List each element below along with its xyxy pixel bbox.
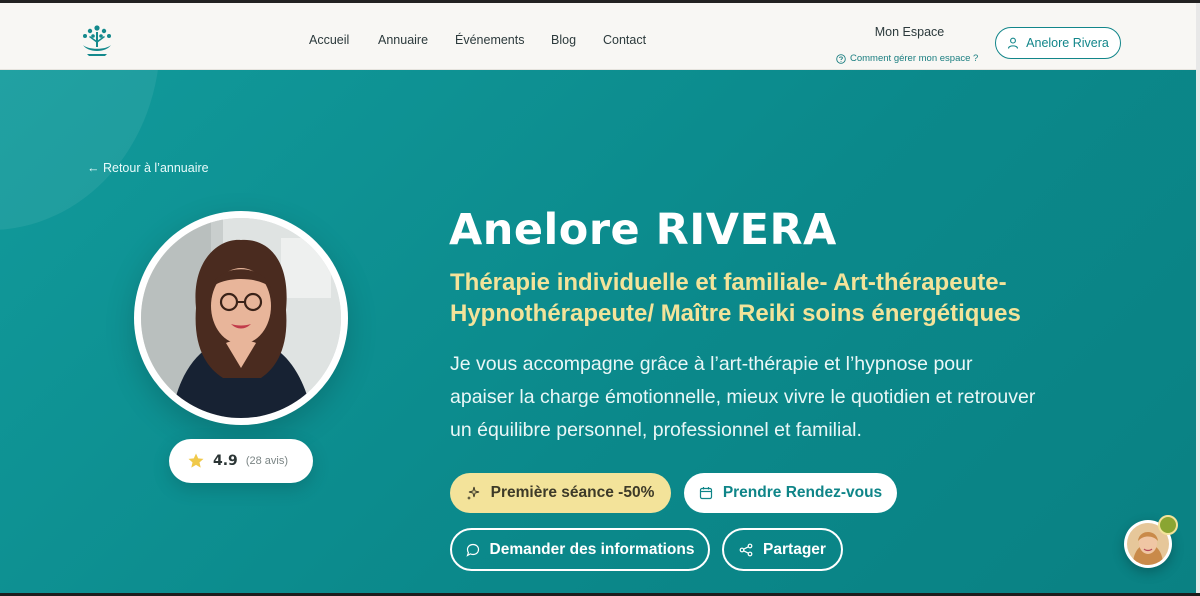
chat-status-badge (1158, 515, 1178, 535)
my-space-title[interactable]: Mon Espace (862, 25, 957, 39)
window-right-edge (1196, 3, 1200, 596)
star-icon (188, 453, 204, 468)
nav-link-accueil[interactable]: Accueil (309, 33, 349, 47)
nav-link-blog[interactable]: Blog (551, 33, 576, 47)
request-info-button[interactable]: Demander des informations (450, 528, 710, 571)
book-appointment-label: Prendre Rendez-vous (722, 484, 883, 501)
nav-link-annuaire[interactable]: Annuaire (378, 33, 428, 47)
first-session-offer-label: Première séance -50% (490, 484, 655, 501)
share-icon (739, 543, 753, 556)
nav-link-contact[interactable]: Contact (603, 33, 646, 47)
share-label: Partager (763, 540, 826, 558)
user-account-button[interactable]: Anelore Rivera (995, 27, 1121, 59)
top-navbar: Accueil Annuaire Événements Blog Contact… (0, 3, 1196, 70)
my-space-help-link[interactable]: Comment gérer mon espace ? (836, 53, 978, 64)
practitioner-name: Anelore RIVERA (449, 205, 837, 255)
profile-hero: ← Retour à l’annuaire 4.9 (28 avis) Anel… (0, 70, 1196, 593)
user-icon (1008, 37, 1019, 49)
first-session-offer-button[interactable]: Première séance -50% (450, 473, 671, 513)
calendar-icon (699, 487, 712, 500)
page-viewport: Accueil Annuaire Événements Blog Contact… (0, 3, 1196, 593)
my-space: Mon Espace (862, 25, 957, 39)
rating-value: 4.9 (213, 453, 238, 469)
sparkles-icon (466, 486, 479, 500)
user-account-label: Anelore Rivera (1026, 36, 1109, 50)
request-info-label: Demander des informations (489, 540, 695, 558)
profile-photo-frame (134, 211, 348, 425)
book-appointment-button[interactable]: Prendre Rendez-vous (684, 473, 897, 513)
rating-badge[interactable]: 4.9 (28 avis) (169, 439, 313, 483)
rating-count: (28 avis) (245, 455, 288, 467)
practitioner-specialty: Thérapie individuelle et familiale- Art-… (450, 269, 1021, 327)
back-to-directory-link[interactable]: ← Retour à l’annuaire (87, 161, 209, 175)
my-space-help-label: Comment gérer mon espace ? (850, 53, 979, 64)
question-circle-icon (836, 53, 846, 64)
profile-photo (141, 218, 341, 418)
decorative-circle (0, 70, 160, 230)
chat-bubble-icon (465, 543, 479, 557)
nav-link-evenements[interactable]: Événements (455, 33, 524, 47)
share-button[interactable]: Partager (722, 528, 843, 571)
profile-portrait-illustration (141, 218, 341, 418)
practitioner-description: Je vous accompagne grâce à l’art-thérapi… (450, 353, 1036, 441)
